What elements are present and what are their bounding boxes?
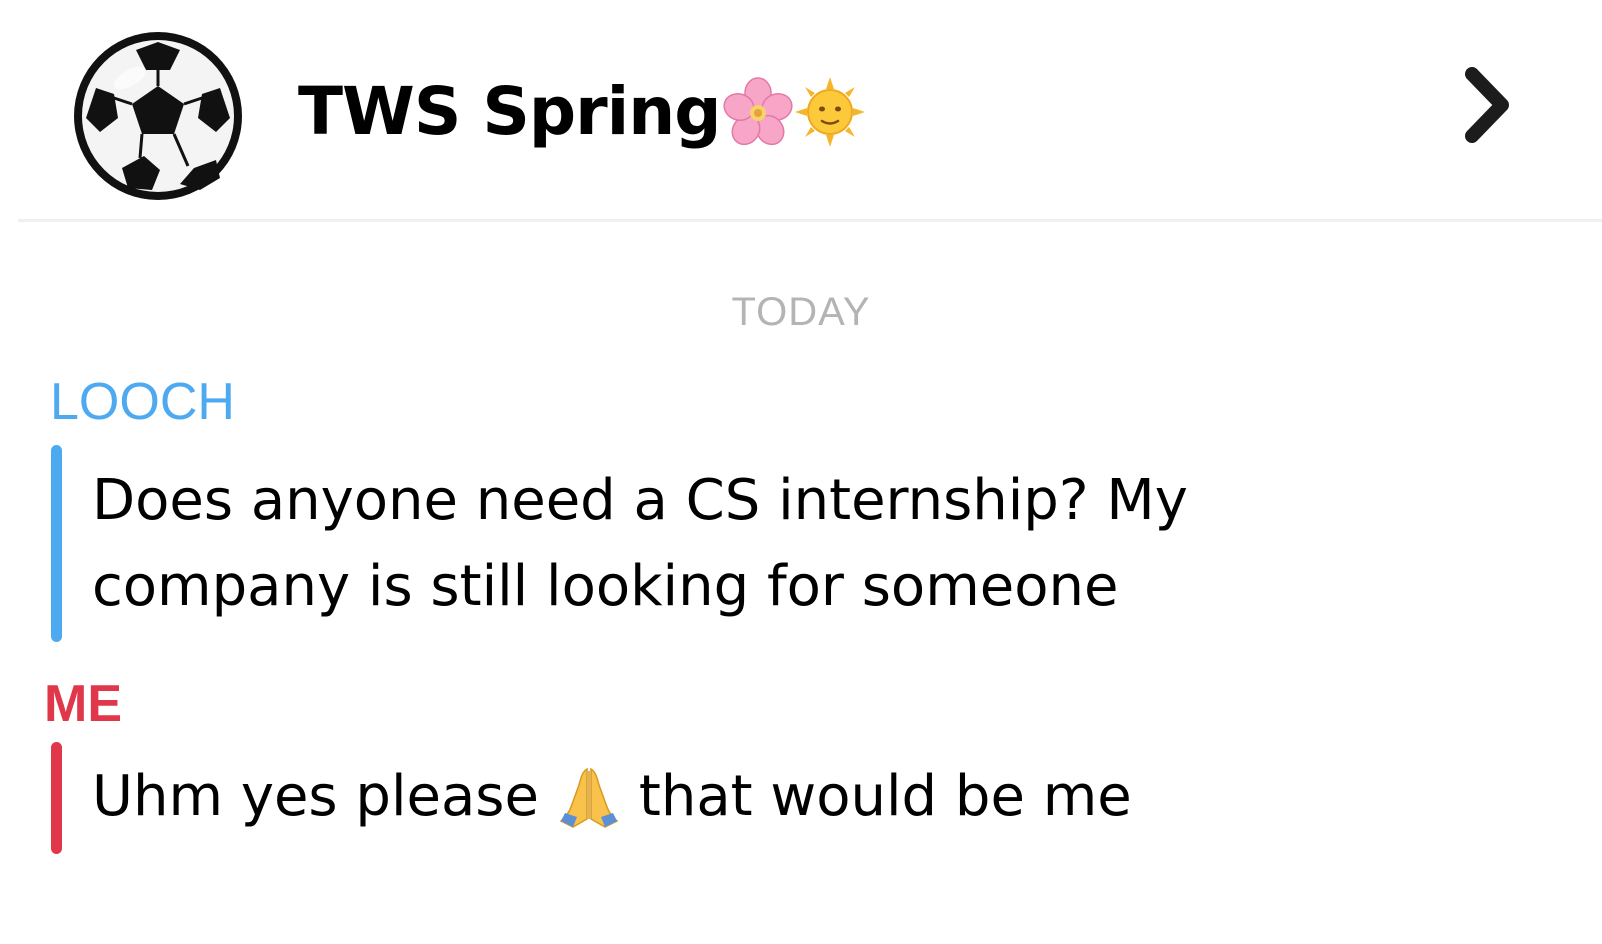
message-text-me[interactable]: Uhm yes please that would be me: [92, 754, 1132, 840]
message-text-line[interactable]: company is still looking for someone: [92, 544, 1118, 630]
sender-name-me: ME: [44, 675, 122, 733]
message-bar-looch: [51, 445, 62, 642]
date-separator: TODAY: [731, 290, 871, 334]
sender-name-looch: LOOCH: [50, 373, 235, 431]
message-text-line[interactable]: Does anyone need a CS internship? My: [92, 458, 1188, 544]
message-text-after: that would be me: [638, 764, 1132, 829]
soccer-ball-icon[interactable]: [70, 28, 246, 204]
group-title-text: TWS Spring: [298, 73, 722, 150]
group-title[interactable]: TWS Spring: [298, 72, 865, 152]
message-text-before: Uhm yes please: [92, 764, 539, 829]
chat-header: TWS Spring: [18, 0, 1602, 222]
sun-with-face-icon: [794, 77, 865, 147]
folded-hands-icon: [557, 765, 621, 829]
cherry-blossom-icon: [722, 77, 793, 147]
message-bar-me: [51, 742, 62, 854]
chevron-right-icon[interactable]: [1458, 62, 1518, 148]
